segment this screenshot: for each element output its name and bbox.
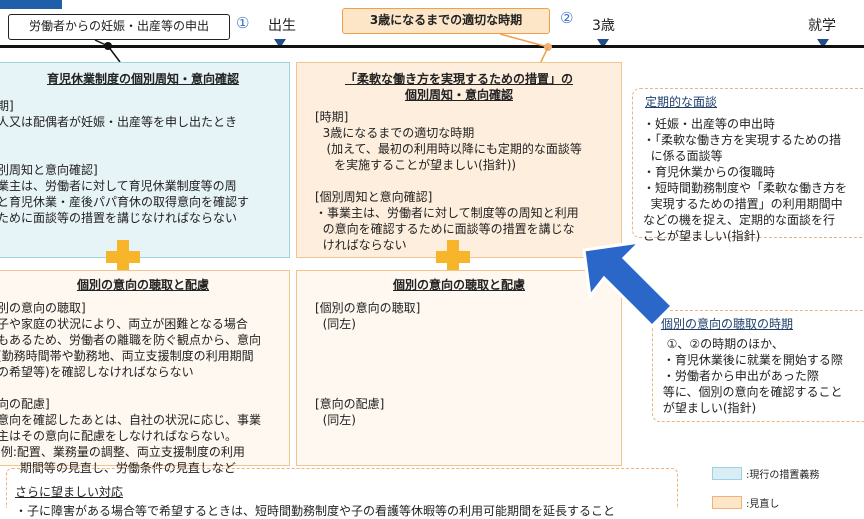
text-line: 意向を確認したあとは、自社の状況に応じ、事業 [0, 413, 262, 427]
text-line: 主はその意向に配慮をしなければならない。 [0, 429, 238, 443]
text-line [315, 380, 621, 396]
text-line: ①、②の時期のほか、 [659, 337, 784, 351]
hearing-timing-title: 個別の意向の聴取の時期 [661, 317, 794, 331]
text-line [315, 173, 621, 189]
periodic-interview-box: 定期的な面談 ・妊娠・出産等の申出時・「柔軟な働き方を実現するための措 に係る面… [632, 88, 864, 243]
panel-body: 別の意向の聴取] 子や家庭の状況により、両立が困難となる場合 もあるため、労働者の離… [0, 300, 289, 476]
text-line: 別周知と意向確認] [0, 163, 98, 177]
text-line: 例:配置、業務量の調整、両立支援制度の利用 [0, 445, 245, 459]
panel-body: 期] 人又は配偶者が妊娠・出産等を申し出たとき 別周知と意向確認] 業主は、労働者に… [0, 98, 289, 226]
text-line: ・「柔軟な働き方を実現するための措 [643, 133, 842, 147]
text-line: に係る面談等 [643, 149, 723, 163]
text-line: の希望等)を確認しなければならない [0, 365, 194, 379]
text-line: (同左) [315, 317, 356, 331]
text-line [315, 332, 621, 348]
panel-intention-hearing-mid: 個別の意向の聴取と配慮 [個別の意向の聴取] (同左) [意向の配慮] (同左) [296, 270, 622, 466]
panel-childcare-leave-notice: 育児休業制度の個別周知・意向確認 期] 人又は配偶者が妊娠・出産等を申し出たとき … [0, 62, 290, 258]
text-line [315, 364, 621, 380]
text-line: ・事業主は、労働者に対して制度等の周知と利用 [315, 206, 579, 220]
text-line: などの機を捉え、定期的な面談を行 [643, 213, 836, 227]
text-line: 業主は、労働者に対して育児休業制度等の周 [0, 179, 237, 193]
panel-body: [個別の意向の聴取] (同左) [意向の配慮] (同左) [315, 300, 621, 428]
text-line: [時期] [315, 110, 349, 124]
text-line: 実現するための措置」の利用期間中 [643, 197, 843, 211]
text-line: 子や家庭の状況により、両立が困難となる場合 [0, 317, 248, 331]
panel-title-line2: 個別周知・意向確認 [404, 88, 513, 102]
panel-flexible-work-notice: 「柔軟な働き方を実現するための措置」の 個別周知・意向確認 [時期] 3歳になる… [296, 62, 622, 258]
further-measures-text: ・子に障害がある場合等で希望するときは、短時間勤務制度や子の看護等休暇等の利用可… [15, 504, 616, 518]
plus-icon [106, 240, 140, 274]
text-line: を実施することが望ましい(指針)) [315, 158, 517, 172]
text-line: 別の意向の聴取] [0, 301, 86, 315]
text-line: [個別周知と意向確認] [315, 190, 433, 204]
text-line: もあるため、労働者の離職を防ぐ観点から、意向 [0, 333, 262, 347]
text-line: [意向の配慮] [315, 397, 385, 411]
legend-swatch-orange [712, 496, 742, 509]
text-line [315, 348, 621, 364]
hearing-timing-body: ①、②の時期のほか、 ・育児休業後に就業を開始する際 ・労働者から申出があった際… [659, 336, 864, 416]
text-line: 向の配慮] [0, 397, 50, 411]
text-line: の意向を確認するために面談等の措置を講じな [315, 222, 575, 236]
further-measures-box: さらに望ましい対応 ・子に障害がある場合等で希望するときは、短時間勤務制度や子の… [6, 468, 678, 518]
arrow-icon [582, 239, 675, 329]
panel-title: 個別の意向の聴取と配慮 [392, 278, 525, 292]
text-line [0, 130, 289, 146]
further-measures-title: さらに望ましい対応 [15, 485, 124, 499]
legend-label-revised: :見直し [746, 499, 780, 510]
legend-swatch-blue [712, 467, 742, 480]
text-line: 3歳になるまでの適切な時期 [315, 126, 475, 140]
panel-title-line1: 「柔軟な働き方を実現するための措置」の [344, 72, 573, 86]
periodic-interview-title: 定期的な面談 [645, 95, 718, 109]
periodic-interview-body: ・妊娠・出産等の申出時・「柔軟な働き方を実現するための措 に係る面談等・育児休業… [643, 116, 864, 244]
text-line [0, 380, 289, 396]
legend-label-current: :現行の措置義務 [746, 470, 820, 481]
text-line: ・育児休業後に就業を開始する際 [659, 353, 843, 367]
text-line: (加えて、最初の利用時以降にも定期的な面談等 [315, 142, 582, 156]
text-line: が望ましい(指針) [659, 401, 757, 415]
text-line: ・育児休業からの復職時 [643, 165, 776, 179]
text-line: ・短時間勤務制度や「柔軟な働き方を [643, 181, 848, 195]
text-line: と育児休業・産後パパ育休の取得意向を確認す [0, 195, 250, 209]
panel-body: [時期] 3歳になるまでの適切な時期 (加えて、最初の利用時以降にも定期的な面談… [315, 109, 621, 253]
text-line: 期] [0, 99, 14, 113]
text-line: ・妊娠・出産等の申出時 [643, 117, 776, 131]
text-line: (同左) [315, 413, 356, 427]
panel-intention-hearing-left: 個別の意向の聴取と配慮 別の意向の聴取] 子や家庭の状況により、両立が困難となる場… [0, 270, 290, 475]
plus-icon [436, 240, 470, 274]
hearing-timing-box: 個別の意向の聴取の時期 ①、②の時期のほか、 ・育児休業後に就業を開始する際 ・… [652, 310, 864, 422]
panel-title: 育児休業制度の個別周知・意向確認 [46, 72, 239, 86]
text-line [0, 146, 289, 162]
text-line: 人又は配偶者が妊娠・出産等を申し出たとき [0, 115, 238, 129]
text-line: (勤務時間帯や勤務地、両立支援制度の利用期間 [0, 349, 254, 363]
legend-item-current: :現行の措置義務 [712, 466, 862, 481]
text-line: [個別の意向の聴取] [315, 301, 421, 315]
text-line: ために面談等の措置を講じなければならない [0, 211, 238, 225]
panel-title: 個別の意向の聴取と配慮 [76, 278, 209, 292]
text-line: ・労働者から申出があった際 [659, 369, 819, 383]
legend: :現行の措置義務 :見直し [712, 466, 862, 510]
legend-item-revised: :見直し [712, 495, 862, 510]
text-line: 等に、個別の意向を確認すること [659, 385, 843, 399]
